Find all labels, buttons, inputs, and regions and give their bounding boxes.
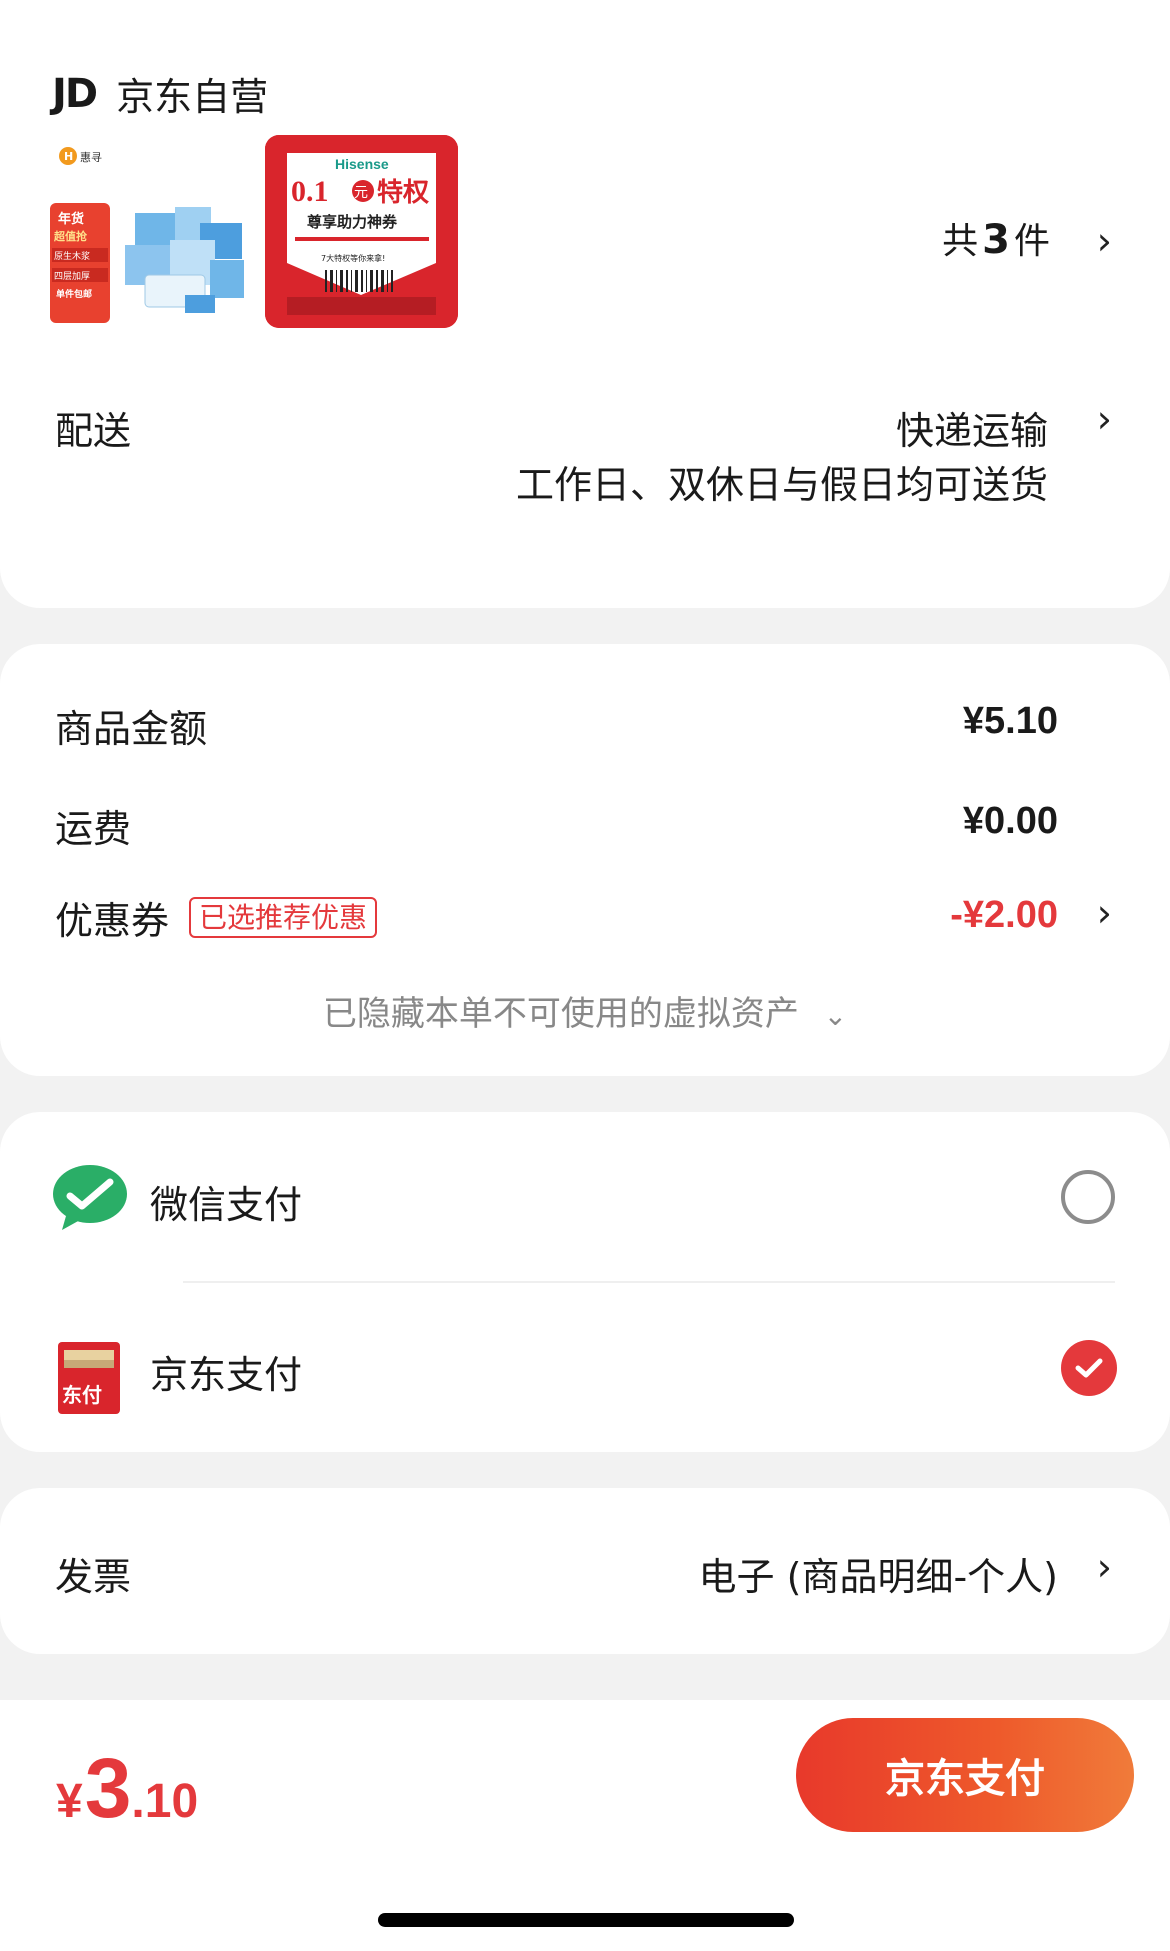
svg-text:年货: 年货 [58,211,84,227]
svg-text:四层加厚: 四层加厚 [54,271,90,282]
chevron-right-icon[interactable]: › [1097,894,1112,932]
coupon-tag: 已选推荐优惠 [189,896,378,939]
jd-logo: JD [52,70,98,117]
item-count-number: 3 [982,217,1010,263]
wechat-pay-label: 微信支付 [150,1183,303,1227]
svg-text:特权: 特权 [377,177,429,208]
svg-text:超值抢: 超值抢 [53,229,88,243]
amount-card: 商品金额 ¥5.10 运费 ¥0.00 优惠券 已选推荐优惠 -¥2.00 › … [0,644,1170,1076]
chevron-down-icon: ⌄ [823,999,848,1032]
shipping-value: ¥0.00 [962,800,1058,842]
wechat-radio[interactable] [1061,1170,1115,1224]
svg-text:H: H [64,150,73,163]
total-price: ¥ 3 .10 [56,1741,199,1835]
jd-pay-radio-checked[interactable] [1061,1340,1117,1396]
product-thumbnail-tissue[interactable]: H 惠寻 年货 超值抢 原生木浆 四层加厚 单件包邮 [50,147,250,330]
shop-name: 京东自营 [116,75,269,119]
coupon-value[interactable]: -¥2.00 [950,894,1058,937]
svg-text:元: 元 [354,185,368,201]
shop-card: JD 京东自营 H 惠寻 年货 超值抢 原生木浆 四层加厚 单件包邮 Hisen… [0,0,1170,608]
payment-card: 微信支付 东付 京东支付 [0,1112,1170,1452]
svg-text:原生木浆: 原生木浆 [54,250,90,262]
shop-header[interactable]: JD 京东自营 [52,66,268,121]
payment-option-wechat[interactable]: 微信支付 [0,1112,1170,1282]
product-thumbnail-coupon[interactable]: Hisense 0.1 元 特权 尊享助力神券 7大特权等你来拿! [265,135,458,328]
svg-text:单件包邮: 单件包邮 [56,288,92,300]
goods-amount-value: ¥5.10 [962,700,1058,742]
goods-amount-label: 商品金额 [55,707,208,751]
coupon-label: 优惠券 [55,899,170,943]
svg-text:东付: 东付 [62,1383,102,1407]
thumb1-brand: 惠寻 [80,150,102,164]
svg-text:0.1: 0.1 [291,175,329,208]
shipping-label: 运费 [55,807,132,851]
chevron-right-icon[interactable]: › [1097,222,1112,260]
delivery-label: 配送 [55,409,132,453]
chevron-right-icon[interactable]: › [1097,400,1112,438]
invoice-label: 发票 [55,1555,132,1599]
coupon-row[interactable]: 优惠券 已选推荐优惠 [55,890,378,945]
delivery-method[interactable]: 快递运输 [896,400,1048,455]
pay-button[interactable]: 京东支付 [796,1718,1134,1832]
check-icon [1075,1358,1103,1378]
invoice-value: 电子 (商品明细-个人) [698,1555,1058,1599]
hidden-assets-text: 已隐藏本单不可使用的虚拟资产 [322,994,799,1034]
wechat-pay-icon [53,1165,127,1230]
svg-text:尊享助力神券: 尊享助力神券 [307,213,398,231]
hidden-assets-toggle[interactable]: 已隐藏本单不可使用的虚拟资产 ⌄ [0,986,1170,1035]
svg-text:7大特权等你来拿!: 7大特权等你来拿! [321,253,385,263]
svg-text:Hisense: Hisense [335,156,389,172]
item-count[interactable]: 共 3 件 [942,212,1050,264]
chevron-right-icon[interactable]: › [1097,1548,1112,1586]
home-indicator [378,1913,794,1927]
jd-pay-label: 京东支付 [150,1353,303,1397]
payment-option-jdpay[interactable]: 东付 京东支付 [0,1282,1170,1452]
invoice-card[interactable]: 发票 电子 (商品明细-个人) › [0,1488,1170,1654]
jd-pay-icon: 东付 [58,1342,120,1414]
delivery-note: 工作日、双休日与假日均可送货 [515,463,1048,507]
